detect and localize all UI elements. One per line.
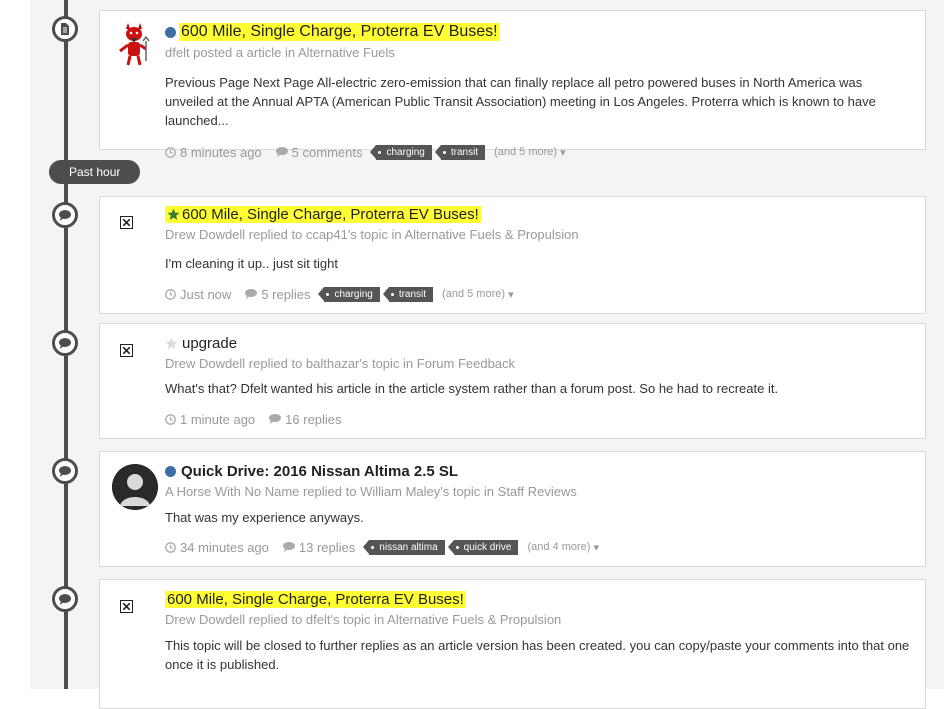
- document-icon: [52, 16, 78, 42]
- item-reply-count[interactable]: 16 replies: [269, 412, 342, 427]
- more-tags-toggle[interactable]: (and 4 more) ▾: [527, 541, 599, 554]
- activity-item: 600 Mile, Single Charge, Proterra EV Bus…: [99, 196, 926, 314]
- star-outline-icon: [165, 337, 178, 349]
- caret-down-icon: ▾: [508, 288, 514, 301]
- item-reply-count[interactable]: 13 replies: [282, 540, 355, 555]
- item-title-link[interactable]: 600 Mile, Single Charge, Proterra EV Bus…: [182, 206, 481, 223]
- comment-icon: [269, 414, 282, 424]
- avatar-broken-image[interactable]: [120, 600, 133, 613]
- unread-indicator: [165, 26, 176, 38]
- tag[interactable]: transit: [382, 286, 434, 302]
- comment-icon: [245, 289, 258, 299]
- item-comment-count[interactable]: 5 comments: [275, 145, 362, 160]
- item-meta: Drew Dowdell replied to ccap41's topic i…: [165, 227, 579, 242]
- time-separator: Past hour: [49, 160, 141, 184]
- comment-icon: [282, 542, 295, 552]
- tag[interactable]: charging: [370, 144, 432, 160]
- caret-down-icon: ▾: [560, 146, 566, 159]
- item-title-link[interactable]: 600 Mile, Single Charge, Proterra EV Bus…: [179, 23, 500, 41]
- item-title-link[interactable]: upgrade: [180, 335, 239, 352]
- comment-icon: [52, 458, 78, 484]
- item-title-link[interactable]: Quick Drive: 2016 Nissan Altima 2.5 SL: [179, 463, 460, 480]
- avatar-broken-image[interactable]: [120, 344, 133, 357]
- item-time: 34 minutes ago: [165, 540, 269, 555]
- more-tags-toggle[interactable]: (and 5 more) ▾: [442, 288, 514, 301]
- item-meta: A Horse With No Name replied to William …: [165, 484, 577, 499]
- comment-icon: [52, 586, 78, 612]
- comment-icon: [52, 330, 78, 356]
- activity-item: upgrade Drew Dowdell replied to balthaza…: [99, 323, 926, 439]
- item-snippet: Previous Page Next Page All-electric zer…: [165, 75, 876, 128]
- item-meta: Drew Dowdell replied to dfelt's topic in…: [165, 612, 562, 627]
- item-snippet: That was my experience anyways.: [165, 510, 364, 525]
- item-time: 1 minute ago: [165, 412, 255, 427]
- activity-item: 600 Mile, Single Charge, Proterra EV Bus…: [99, 579, 926, 709]
- caret-down-icon: ▾: [593, 541, 600, 554]
- item-meta: Drew Dowdell replied to balthazar's topi…: [165, 356, 516, 371]
- item-reply-count[interactable]: 5 replies: [245, 287, 310, 302]
- item-meta: dfelt posted a article in Alternative Fu…: [165, 45, 395, 60]
- star-icon: [167, 208, 180, 220]
- item-time: 8 minutes ago: [165, 145, 262, 160]
- item-snippet: This topic will be closed to further rep…: [165, 638, 910, 672]
- more-tags-toggle[interactable]: (and 5 more) ▾: [494, 146, 566, 159]
- item-time: Just now: [165, 287, 231, 302]
- tag[interactable]: transit: [434, 144, 486, 160]
- tag[interactable]: quick drive: [447, 539, 519, 555]
- clock-icon: [165, 146, 176, 158]
- unread-indicator: [165, 465, 176, 477]
- clock-icon: [165, 541, 176, 553]
- comment-icon: [52, 202, 78, 228]
- tag[interactable]: charging: [318, 286, 380, 302]
- avatar[interactable]: [112, 464, 158, 510]
- clock-icon: [165, 413, 176, 425]
- clock-icon: [165, 288, 176, 300]
- activity-item: 600 Mile, Single Charge, Proterra EV Bus…: [99, 10, 926, 160]
- activity-item: Quick Drive: 2016 Nissan Altima 2.5 SL A…: [99, 451, 926, 567]
- item-snippet: I'm cleaning it up.. just sit tight: [165, 256, 339, 271]
- avatar-broken-image[interactable]: [120, 216, 133, 229]
- comment-icon: [275, 147, 288, 157]
- item-snippet: What's that? Dfelt wanted his article in…: [165, 381, 779, 396]
- tag[interactable]: nissan altima: [363, 539, 445, 555]
- avatar[interactable]: [114, 21, 154, 67]
- item-title-link[interactable]: 600 Mile, Single Charge, Proterra EV Bus…: [165, 590, 466, 608]
